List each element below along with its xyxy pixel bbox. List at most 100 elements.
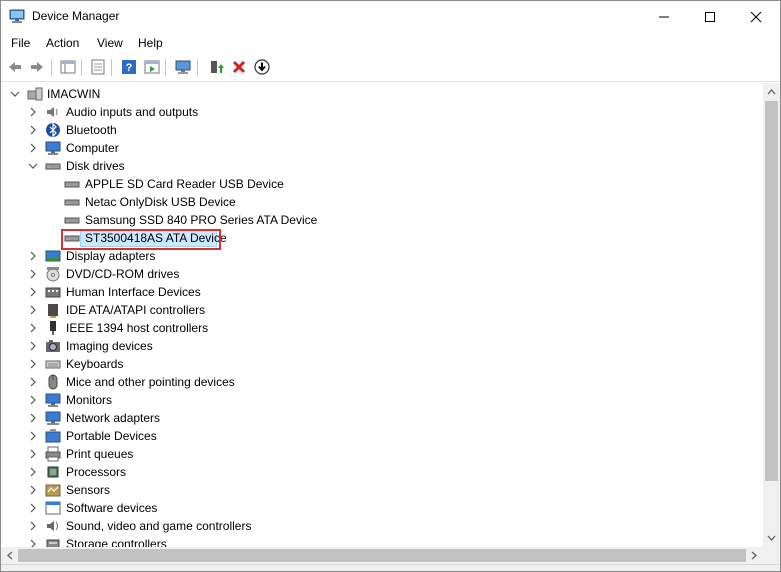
- expand-chevron-icon[interactable]: [28, 143, 38, 153]
- storage-controller-icon: [46, 539, 60, 547]
- tree-category-item[interactable]: Keyboards: [1, 355, 763, 373]
- tree-item-label: Human Interface Devices: [66, 285, 201, 299]
- tree-item-label: Portable Devices: [66, 429, 157, 443]
- tree-item-label: IDE ATA/ATAPI controllers: [66, 303, 206, 317]
- tree-device-item[interactable]: Samsung SSD 840 PRO Series ATA Device: [1, 211, 763, 229]
- maximize-button[interactable]: [687, 1, 733, 32]
- expand-chevron-icon[interactable]: [28, 521, 38, 531]
- scroll-up-icon[interactable]: [763, 83, 780, 100]
- tree-category-item[interactable]: Bluetooth: [1, 121, 763, 139]
- tree-category-item[interactable]: Mice and other pointing devices: [1, 373, 763, 391]
- toolbar-separator: [111, 59, 112, 76]
- tree-item-label: Computer: [66, 141, 119, 155]
- expand-chevron-icon[interactable]: [28, 395, 38, 405]
- scan-hardware-button[interactable]: [173, 57, 193, 77]
- scroll-left-icon[interactable]: [1, 547, 18, 564]
- collapse-chevron-icon[interactable]: [28, 161, 38, 171]
- computer-root-icon: [27, 87, 43, 101]
- tree-root[interactable]: IMACWIN: [1, 85, 763, 103]
- disable-button[interactable]: [252, 57, 272, 77]
- uninstall-button[interactable]: [229, 57, 249, 77]
- expand-chevron-icon[interactable]: [28, 251, 38, 261]
- vertical-scroll-thumb[interactable]: [765, 101, 778, 481]
- run-button[interactable]: [142, 57, 162, 77]
- tree-item-label: Mice and other pointing devices: [66, 375, 235, 389]
- tree-category-item[interactable]: Sound, video and game controllers: [1, 517, 763, 535]
- collapse-chevron-icon[interactable]: [10, 89, 20, 99]
- selection-highlight-box: [61, 229, 221, 250]
- ide-controller-icon: [48, 304, 58, 318]
- forward-button[interactable]: [27, 57, 47, 77]
- expand-chevron-icon[interactable]: [28, 125, 38, 135]
- tree-item-label: APPLE SD Card Reader USB Device: [85, 177, 284, 191]
- expand-chevron-icon[interactable]: [28, 467, 38, 477]
- expand-chevron-icon[interactable]: [28, 431, 38, 441]
- vertical-scrollbar[interactable]: [763, 83, 780, 547]
- tree-category-item[interactable]: Processors: [1, 463, 763, 481]
- properties-button[interactable]: [88, 57, 108, 77]
- horizontal-scroll-thumb[interactable]: [18, 549, 746, 562]
- toolbar: ?: [1, 54, 780, 82]
- tree-item-label: Disk drives: [66, 159, 125, 173]
- tree-category-item[interactable]: Imaging devices: [1, 337, 763, 355]
- toolbar-separator: [197, 59, 198, 76]
- tree-item-label: IMACWIN: [47, 87, 101, 101]
- tree-category-item[interactable]: DVD/CD-ROM drives: [1, 265, 763, 283]
- disk-drive-icon: [45, 163, 61, 170]
- tree-item-label: Storage controllers: [66, 537, 167, 547]
- tree-device-item[interactable]: Netac OnlyDisk USB Device: [1, 193, 763, 211]
- scroll-right-icon[interactable]: [746, 547, 763, 564]
- expand-chevron-icon[interactable]: [28, 449, 38, 459]
- expand-chevron-icon[interactable]: [28, 287, 38, 297]
- tree-category-item[interactable]: Software devices: [1, 499, 763, 517]
- help-button[interactable]: ?: [119, 57, 139, 77]
- horizontal-scrollbar[interactable]: [1, 547, 780, 564]
- minimize-button[interactable]: [641, 1, 687, 32]
- tree-category-item[interactable]: Monitors: [1, 391, 763, 409]
- tree-category-item[interactable]: Network adapters: [1, 409, 763, 427]
- tree-category-item[interactable]: Sensors: [1, 481, 763, 499]
- tree-device-item[interactable]: APPLE SD Card Reader USB Device: [1, 175, 763, 193]
- tree-category-item[interactable]: IDE ATA/ATAPI controllers: [1, 301, 763, 319]
- tree-category-item[interactable]: Disk drives: [1, 157, 763, 175]
- expand-chevron-icon[interactable]: [28, 269, 38, 279]
- update-driver-icon: [211, 61, 224, 73]
- show-hide-tree-button[interactable]: [58, 57, 78, 77]
- expand-chevron-icon[interactable]: [28, 503, 38, 513]
- expand-chevron-icon[interactable]: [28, 359, 38, 369]
- audio-icon: [47, 107, 58, 117]
- tree-category-item[interactable]: Portable Devices: [1, 427, 763, 445]
- expand-chevron-icon[interactable]: [28, 305, 38, 315]
- menu-view[interactable]: View: [97, 36, 123, 50]
- tree-category-item[interactable]: Human Interface Devices: [1, 283, 763, 301]
- title-bar[interactable]: Device Manager: [1, 1, 780, 32]
- expand-chevron-icon[interactable]: [28, 377, 38, 387]
- svg-text:?: ?: [126, 62, 133, 74]
- expand-chevron-icon[interactable]: [28, 323, 38, 333]
- tree-item-label: Display adapters: [66, 249, 156, 263]
- tree-category-item[interactable]: Computer: [1, 139, 763, 157]
- tree-category-item[interactable]: Audio inputs and outputs: [1, 103, 763, 121]
- processor-icon: [47, 466, 59, 478]
- expand-chevron-icon[interactable]: [28, 107, 38, 117]
- menu-help[interactable]: Help: [138, 36, 163, 50]
- disk-drive-icon: [64, 199, 80, 206]
- menu-action[interactable]: Action: [46, 36, 79, 50]
- menu-file[interactable]: File: [11, 36, 30, 50]
- tree-category-item[interactable]: IEEE 1394 host controllers: [1, 319, 763, 337]
- sound-icon: [47, 521, 58, 531]
- device-tree[interactable]: IMACWIN Audio inputs and outputs Bluetooth…: [1, 83, 763, 547]
- expand-chevron-icon[interactable]: [28, 539, 38, 547]
- expand-chevron-icon[interactable]: [28, 341, 38, 351]
- mouse-icon: [48, 374, 58, 390]
- window-title: Device Manager: [32, 9, 120, 23]
- tree-category-item[interactable]: Print queues: [1, 445, 763, 463]
- update-driver-button[interactable]: [206, 57, 226, 77]
- scroll-down-icon[interactable]: [763, 530, 780, 547]
- close-button[interactable]: [733, 1, 779, 32]
- expand-chevron-icon[interactable]: [28, 413, 38, 423]
- close-icon: [750, 11, 762, 23]
- back-button[interactable]: [5, 57, 25, 77]
- expand-chevron-icon[interactable]: [28, 485, 38, 495]
- tree-category-item[interactable]: Storage controllers: [1, 535, 763, 547]
